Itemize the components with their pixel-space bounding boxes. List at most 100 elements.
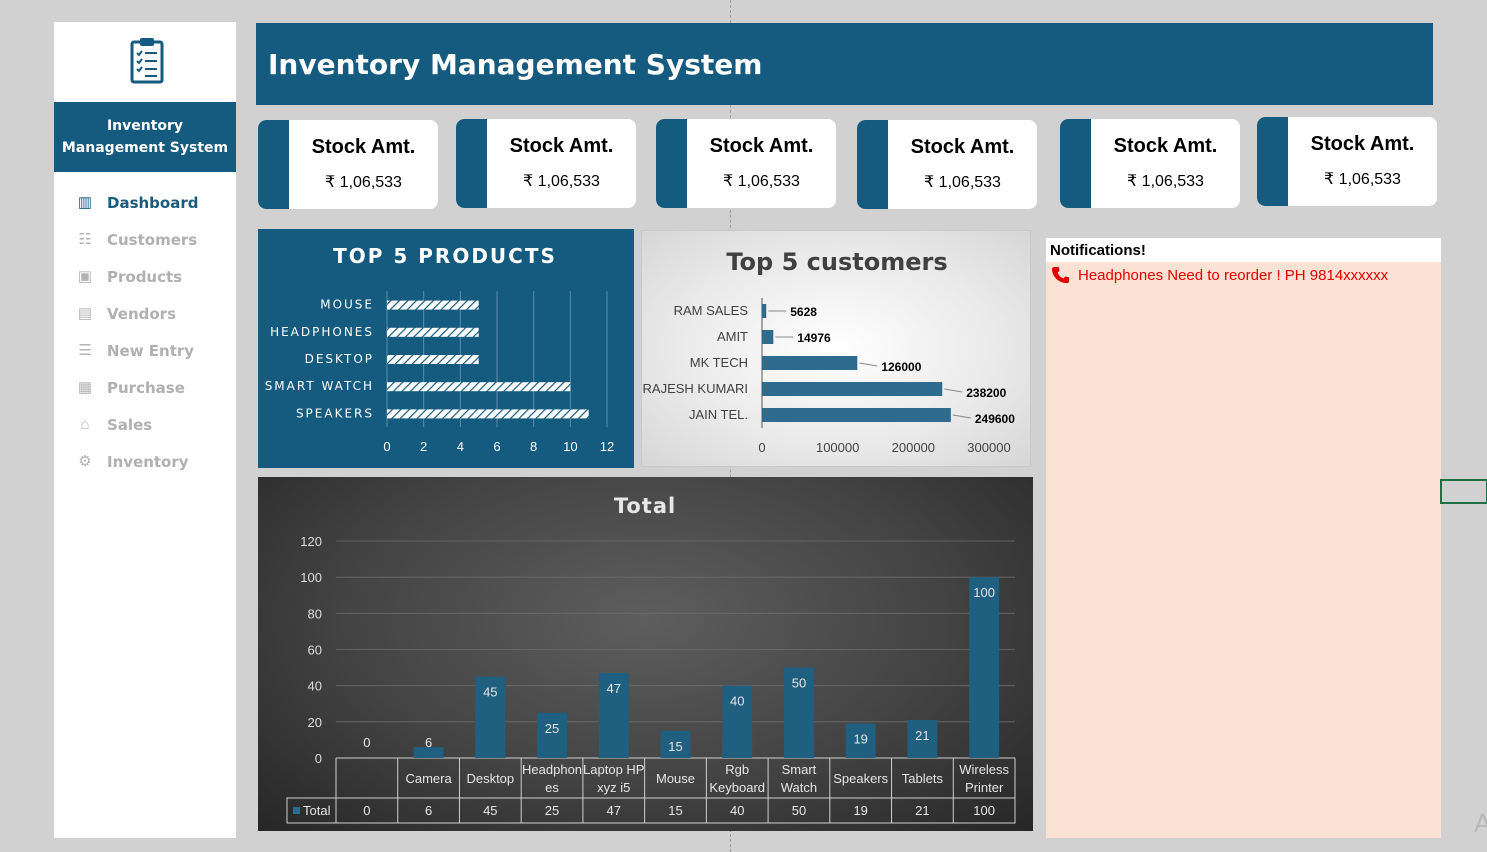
legend-label: Total [303, 803, 331, 818]
category-label: RAM SALES [674, 303, 749, 318]
leader-line [952, 414, 971, 419]
category-label: xyz i5 [597, 780, 630, 795]
sidebar-item-customers[interactable]: ☷ Customers [54, 221, 236, 258]
store-icon: ▤ [77, 304, 93, 322]
kpi-accent-bar [456, 119, 487, 208]
kpi-accent-bar [1060, 119, 1091, 208]
data-label: 100 [973, 585, 995, 600]
kpi-title: Stock Amt. [1310, 133, 1415, 155]
x-tick-label: 2 [420, 439, 427, 454]
sidebar-item-sales[interactable]: ⌂ Sales [54, 406, 236, 443]
notifications-panel: Notifications! Headphones Need to reorde… [1046, 238, 1441, 838]
x-tick-label: 4 [457, 439, 464, 454]
category-label: MOUSE [320, 298, 374, 312]
selected-cell-outline[interactable] [1440, 479, 1487, 504]
kpi-accent-bar [258, 120, 289, 209]
top-customers-chart[interactable]: Top 5 customers 0 100000 200000 300000 RAM S… [641, 230, 1031, 467]
bar [762, 356, 858, 370]
table-value: 15 [668, 803, 682, 818]
bar [969, 577, 1000, 758]
phone-icon [1052, 266, 1072, 284]
kpi-accent-bar [857, 120, 888, 209]
category-label: Printer [965, 780, 1004, 795]
sidebar-item-dashboard[interactable]: ▥ Dashboard [54, 184, 236, 221]
kpi-value: ₹ 1,06,533 [1324, 171, 1401, 188]
bar [387, 300, 479, 310]
x-tick-label: 300000 [967, 440, 1010, 455]
kpi-value: ₹ 1,06,533 [723, 173, 800, 190]
kpi-title: Stock Amt. [311, 136, 416, 158]
kpi-value: ₹ 1,06,533 [523, 173, 600, 190]
sidebar-item-label: Products [107, 267, 183, 286]
kpi-card: Stock Amt. ₹ 1,06,533 [1060, 119, 1240, 208]
data-label: 238200 [966, 386, 1006, 400]
category-label: JAIN TEL. [689, 407, 748, 422]
sidebar-item-label: Vendors [107, 304, 177, 323]
notification-text: Headphones Need to reorder ! PH 9814xxxx… [1078, 266, 1389, 284]
y-tick-label: 0 [315, 751, 322, 766]
data-label: 15 [668, 739, 682, 754]
sidebar-item-label: Inventory [107, 452, 189, 471]
sidebar-item-label: Dashboard [107, 193, 199, 212]
y-tick-label: 60 [308, 643, 322, 658]
notification-item[interactable]: Headphones Need to reorder ! PH 9814xxxx… [1046, 262, 1441, 284]
page-header: Inventory Management System [256, 23, 1433, 105]
notifications-title: Notifications! [1046, 238, 1441, 262]
kpi-title: Stock Amt. [709, 135, 814, 157]
watermark-glyph: A [1474, 808, 1487, 838]
table-value: 0 [363, 803, 370, 818]
data-label: 45 [483, 685, 497, 700]
legend-swatch [293, 807, 300, 814]
kpi-title: Stock Amt. [1113, 135, 1218, 157]
category-label: Rgb [725, 762, 749, 777]
table-value: 50 [792, 803, 806, 818]
total-chart[interactable]: Total 0 20 40 60 80 100 120 Total 0 0 6 Camera 6 45 De… [258, 477, 1033, 831]
category-label: Desktop [466, 771, 514, 786]
category-label: Keyboard [709, 780, 765, 795]
category-label: HEADPHONES [270, 325, 374, 339]
data-label: 6 [425, 735, 432, 750]
sidebar-item-inventory[interactable]: ⚙ Inventory [54, 443, 236, 480]
category-label: es [545, 780, 559, 795]
x-tick-label: 100000 [816, 440, 859, 455]
x-tick-label: 0 [383, 439, 390, 454]
kpi-card: Stock Amt. ₹ 1,06,533 [857, 120, 1037, 209]
sidebar-item-label: Sales [107, 415, 153, 434]
sidebar-item-products[interactable]: ▣ Products [54, 258, 236, 295]
category-label: Camera [405, 771, 452, 786]
chart-title: TOP 5 PRODUCTS [333, 244, 557, 268]
category-label: Laptop HP [583, 762, 644, 777]
products-icon: ▣ [77, 267, 93, 285]
data-label: 21 [915, 728, 929, 743]
category-label: Speakers [833, 771, 888, 786]
kpi-card: Stock Amt. ₹ 1,06,533 [656, 119, 836, 208]
data-label: 25 [545, 721, 559, 736]
bar-chart-icon: ▥ [77, 193, 93, 211]
sidebar: Inventory Management System ▥ Dashboard … [54, 22, 236, 838]
kpi-accent-bar [1257, 117, 1288, 206]
y-tick-label: 20 [308, 715, 322, 730]
data-label: 249600 [975, 412, 1015, 426]
data-label: 19 [853, 732, 867, 747]
bar [762, 408, 951, 422]
data-label: 5628 [790, 305, 817, 319]
sidebar-title: Inventory Management System [54, 102, 236, 172]
sidebar-item-label: New Entry [107, 341, 195, 360]
sidebar-item-purchase[interactable]: ▦ Purchase [54, 369, 236, 406]
category-label: SMART WATCH [265, 379, 374, 393]
category-label: DESKTOP [305, 352, 374, 366]
bar [762, 382, 943, 396]
table-value: 100 [973, 803, 995, 818]
bar [387, 327, 479, 337]
data-label: 47 [607, 681, 621, 696]
chart-title: Total [614, 494, 676, 518]
top-products-chart[interactable]: TOP 5 PRODUCTS 0 2 4 6 8 10 12 MOUSE HEADPHONES D… [258, 229, 634, 468]
sidebar-item-new-entry[interactable]: ☰ New Entry [54, 332, 236, 369]
sidebar-item-vendors[interactable]: ▤ Vendors [54, 295, 236, 332]
data-label: 126000 [881, 360, 921, 374]
data-label: 50 [792, 676, 806, 691]
data-label: 0 [363, 735, 370, 750]
category-label: Mouse [656, 771, 695, 786]
sidebar-nav: ▥ Dashboard ☷ Customers ▣ Products ▤ Ven… [54, 184, 236, 480]
table-value: 25 [545, 803, 559, 818]
